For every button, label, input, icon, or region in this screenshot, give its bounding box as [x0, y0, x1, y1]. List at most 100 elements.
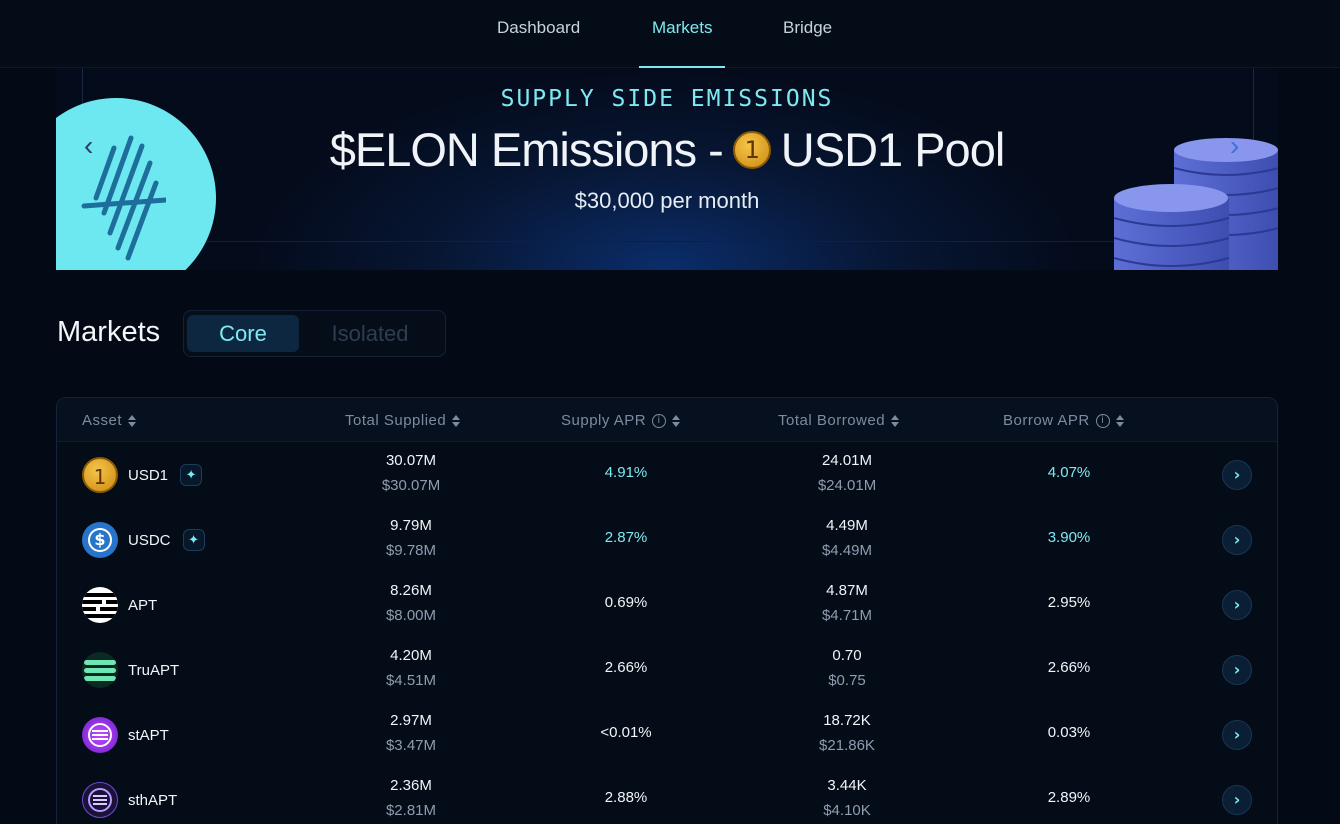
- promo-banner[interactable]: ‹ SUPPLY SIDE EMISSIONS $ELON Emissions …: [56, 68, 1278, 270]
- banner-title-right: USD1 Pool: [780, 123, 1005, 176]
- markets-table: Asset Total Supplied Supply APR i Total B…: [56, 397, 1278, 824]
- header-supply-apr-label: Supply APR: [561, 412, 647, 429]
- table-row[interactable]: TruAPT 4.20M $4.51M 2.66% 0.70 $0.75 2.6…: [57, 638, 1277, 703]
- top-nav: Dashboard Markets Bridge: [0, 0, 1340, 68]
- nav-dashboard[interactable]: Dashboard: [497, 18, 580, 68]
- table-row[interactable]: sthAPT 2.36M $2.81M 2.88% 3.44K $4.10K 2…: [57, 768, 1277, 824]
- borrowed-amount: 24.01M: [821, 452, 873, 469]
- borrowed-amount: 0.70: [832, 647, 862, 664]
- asset-cell: stAPT: [82, 717, 169, 753]
- borrow-apr-cell: 2.66%: [1047, 659, 1091, 676]
- row-details-button[interactable]: ›: [1222, 655, 1252, 685]
- borrowed-usd: $4.49M: [821, 542, 873, 559]
- total-borrowed-cell: 4.49M $4.49M: [767, 513, 927, 563]
- borrow-apr-cell: 2.95%: [1047, 594, 1091, 611]
- borrowed-usd: $4.71M: [821, 607, 873, 624]
- borrowed-amount: 4.49M: [826, 517, 868, 534]
- banner-subtitle: $30,000 per month: [574, 188, 760, 213]
- total-borrowed-cell: 18.72K $21.86K: [767, 708, 927, 758]
- borrow-apr-cell: 4.07%: [1047, 464, 1091, 481]
- header-borrow-apr-label: Borrow APR: [1003, 412, 1090, 429]
- asset-cell: $ USDC ✦: [82, 522, 205, 558]
- supplied-amount: 2.36M: [390, 777, 432, 794]
- supplied-amount: 30.07M: [385, 452, 437, 469]
- header-asset-label: Asset: [82, 412, 123, 429]
- borrowed-amount: 4.87M: [826, 582, 868, 599]
- total-borrowed-cell: 0.70 $0.75: [767, 643, 927, 693]
- sparkle-badge-icon[interactable]: ✦: [180, 464, 203, 486]
- info-icon[interactable]: i: [652, 413, 667, 428]
- truapt-icon: [82, 652, 118, 688]
- banner-kicker: SUPPLY SIDE EMISSIONS: [500, 86, 834, 112]
- table-row[interactable]: APT 8.26M $8.00M 0.69% 4.87M $4.71M 2.95…: [57, 573, 1277, 638]
- header-total-borrowed[interactable]: Total Borrowed: [778, 412, 900, 429]
- tab-isolated[interactable]: Isolated: [314, 315, 426, 352]
- sthapt-icon: [82, 782, 118, 818]
- supply-apr-cell: 4.91%: [604, 464, 648, 481]
- header-supply-apr[interactable]: Supply APR i: [561, 412, 681, 429]
- total-borrowed-cell: 3.44K $4.10K: [767, 773, 927, 823]
- asset-name: APT: [128, 596, 158, 614]
- header-total-supplied-label: Total Supplied: [345, 412, 447, 429]
- supplied-usd: $30.07M: [381, 477, 441, 494]
- row-details-button[interactable]: ›: [1222, 525, 1252, 555]
- supply-apr-cell: 0.69%: [604, 594, 648, 611]
- borrowed-amount: 18.72K: [823, 712, 871, 729]
- borrowed-usd: $0.75: [828, 672, 866, 689]
- sort-icon: [128, 414, 137, 427]
- table-row[interactable]: 1 USD1 ✦ 30.07M $30.07M 4.91% 24.01M $24…: [57, 443, 1277, 508]
- sort-icon: [672, 414, 681, 427]
- borrowed-usd: $4.10K: [823, 802, 871, 819]
- banner-title: $ELON Emissions - 1 USD1 Pool: [56, 122, 1278, 177]
- supply-apr-cell: <0.01%: [600, 724, 652, 741]
- usd1-coin-icon: 1: [82, 457, 118, 493]
- header-borrow-apr[interactable]: Borrow APR i: [1003, 412, 1124, 429]
- total-supplied-cell: 9.79M $9.78M: [331, 513, 491, 563]
- table-row[interactable]: stAPT 2.97M $3.47M <0.01% 18.72K $21.86K…: [57, 703, 1277, 768]
- stapt-icon: [82, 717, 118, 753]
- asset-name: sthAPT: [128, 791, 178, 809]
- supplied-amount: 2.97M: [390, 712, 432, 729]
- asset-name: USDC: [128, 531, 171, 549]
- tab-core[interactable]: Core: [187, 315, 299, 352]
- sort-icon: [891, 414, 900, 427]
- supplied-amount: 4.20M: [390, 647, 432, 664]
- nav-bridge[interactable]: Bridge: [783, 18, 832, 68]
- nav-markets[interactable]: Markets: [638, 18, 727, 68]
- supplied-usd: $4.51M: [385, 672, 437, 689]
- header-total-supplied[interactable]: Total Supplied: [345, 412, 461, 429]
- banner-title-left: $ELON Emissions -: [329, 123, 724, 176]
- market-type-toggle: Core Isolated: [183, 310, 446, 357]
- supplied-usd: $8.00M: [385, 607, 437, 624]
- sparkle-badge-icon[interactable]: ✦: [182, 529, 205, 551]
- total-supplied-cell: 8.26M $8.00M: [331, 578, 491, 628]
- supply-apr-cell: 2.88%: [604, 789, 648, 806]
- page-title: Markets: [57, 316, 161, 348]
- asset-cell: APT: [82, 587, 157, 623]
- borrow-apr-cell: 0.03%: [1047, 724, 1091, 741]
- asset-cell: sthAPT: [82, 782, 177, 818]
- supply-apr-cell: 2.87%: [604, 529, 648, 546]
- banner-next-button[interactable]: ›: [1230, 130, 1239, 162]
- table-row[interactable]: $ USDC ✦ 9.79M $9.78M 2.87% 4.49M $4.49M…: [57, 508, 1277, 573]
- supplied-usd: $3.47M: [385, 737, 437, 754]
- usd1-coin-icon: 1: [732, 130, 771, 169]
- usdc-coin-icon: $: [82, 522, 118, 558]
- header-total-borrowed-label: Total Borrowed: [778, 412, 886, 429]
- table-header: Asset Total Supplied Supply APR i Total B…: [57, 398, 1277, 442]
- header-asset[interactable]: Asset: [82, 412, 137, 429]
- row-details-button[interactable]: ›: [1222, 460, 1252, 490]
- sort-icon: [1115, 414, 1124, 427]
- borrowed-usd: $24.01M: [817, 477, 877, 494]
- asset-name: stAPT: [128, 726, 169, 744]
- info-icon[interactable]: i: [1095, 413, 1110, 428]
- row-details-button[interactable]: ›: [1222, 720, 1252, 750]
- total-supplied-cell: 2.97M $3.47M: [331, 708, 491, 758]
- total-supplied-cell: 30.07M $30.07M: [331, 448, 491, 498]
- aptos-icon: [82, 587, 118, 623]
- asset-cell: TruAPT: [82, 652, 179, 688]
- asset-cell: 1 USD1 ✦: [82, 457, 203, 493]
- supply-apr-cell: 2.66%: [604, 659, 648, 676]
- row-details-button[interactable]: ›: [1222, 785, 1252, 815]
- row-details-button[interactable]: ›: [1222, 590, 1252, 620]
